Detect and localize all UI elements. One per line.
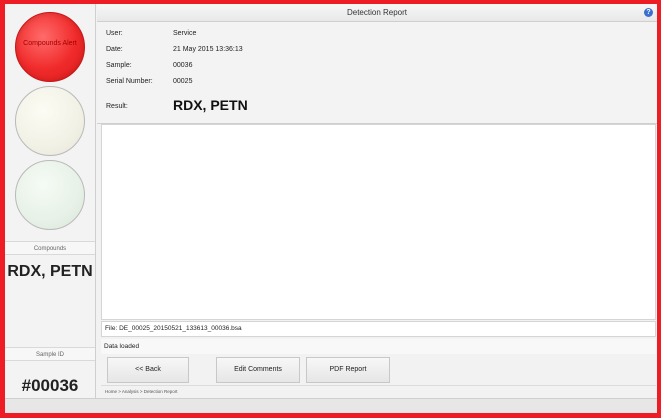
alert-light-green: [15, 160, 85, 230]
sample-value: 00036: [173, 62, 193, 69]
help-icon[interactable]: ?: [644, 8, 653, 17]
user-value: Service: [173, 30, 197, 37]
report-info-panel: User: Service Date: 21 May 2015 13:36:13…: [97, 22, 657, 124]
date-value: 21 May 2015 13:36:13: [173, 46, 243, 53]
window-title: Detection Report: [346, 8, 408, 17]
result-value: RDX, PETN: [173, 97, 248, 113]
date-label: Date:: [106, 46, 123, 53]
result-label: Result:: [106, 103, 128, 110]
edit-comments-button[interactable]: Edit Comments: [216, 357, 300, 383]
sample-id-heading: Sample ID: [5, 347, 95, 361]
alert-light-label: Compounds Alert: [23, 40, 77, 47]
alert-light-yellow: [15, 86, 85, 156]
file-path: File: DE_00025_20150521_133613_00036.bsa: [101, 321, 656, 337]
bottom-status-strip: [5, 398, 657, 413]
status-message: Data loaded: [101, 339, 656, 354]
breadcrumb: Home > Analysis > Detection Report: [101, 385, 656, 397]
sample-id-value: #00036: [21, 376, 79, 395]
window-title-bar: Detection Report ?: [97, 4, 657, 22]
status-sidebar: Compounds Alert Compounds RDX, PETN Samp…: [5, 4, 96, 413]
compounds-heading: Compounds: [5, 241, 95, 255]
compounds-value: RDX, PETN: [7, 263, 93, 280]
serial-number-value: 00025: [173, 78, 193, 85]
pdf-report-button[interactable]: PDF Report: [306, 357, 390, 383]
user-label: User:: [106, 30, 123, 37]
sample-label: Sample:: [106, 62, 132, 69]
serial-number-label: Serial Number:: [106, 78, 153, 85]
report-content-area[interactable]: [101, 124, 656, 320]
alert-light-red: Compounds Alert: [15, 12, 85, 82]
back-button[interactable]: << Back: [107, 357, 189, 383]
